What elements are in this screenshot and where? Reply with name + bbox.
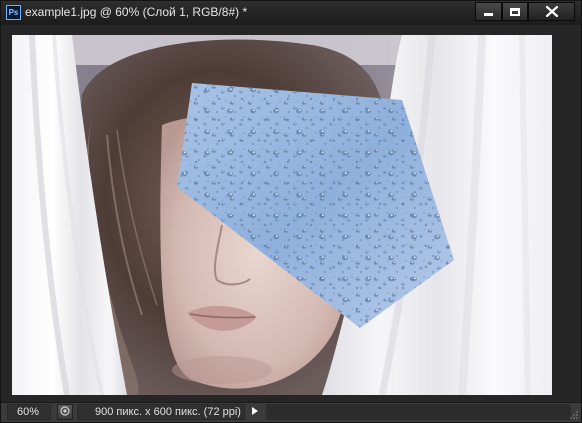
status-bar: 60% 900 пикс. x 600 пикс. (72 ppi) bbox=[1, 402, 581, 422]
document-window: Ps example1.jpg @ 60% (Слой 1, RGB/8#) * bbox=[0, 0, 582, 423]
canvas-area[interactable] bbox=[1, 25, 581, 402]
maximize-icon bbox=[510, 7, 520, 16]
minimize-button[interactable] bbox=[475, 2, 502, 21]
title-bar[interactable]: Ps example1.jpg @ 60% (Слой 1, RGB/8#) * bbox=[1, 1, 581, 25]
photoshop-icon: Ps bbox=[6, 5, 21, 20]
document-status-button[interactable] bbox=[57, 404, 73, 420]
document-image[interactable] bbox=[12, 35, 552, 395]
zoom-level-field[interactable]: 60% bbox=[7, 404, 51, 420]
document-info: 900 пикс. x 600 пикс. (72 ppi) bbox=[77, 404, 245, 420]
document-title: example1.jpg @ 60% (Слой 1, RGB/8#) * bbox=[25, 5, 248, 19]
triangle-right-icon bbox=[251, 406, 259, 419]
resize-grip-icon[interactable] bbox=[569, 410, 579, 420]
close-button[interactable] bbox=[528, 2, 575, 21]
document-status-icon bbox=[60, 405, 70, 419]
status-menu-button[interactable] bbox=[248, 404, 262, 420]
close-icon bbox=[545, 6, 558, 17]
maximize-button[interactable] bbox=[502, 2, 528, 21]
horizontal-scrollbar[interactable] bbox=[266, 404, 571, 420]
minimize-icon bbox=[484, 13, 493, 16]
